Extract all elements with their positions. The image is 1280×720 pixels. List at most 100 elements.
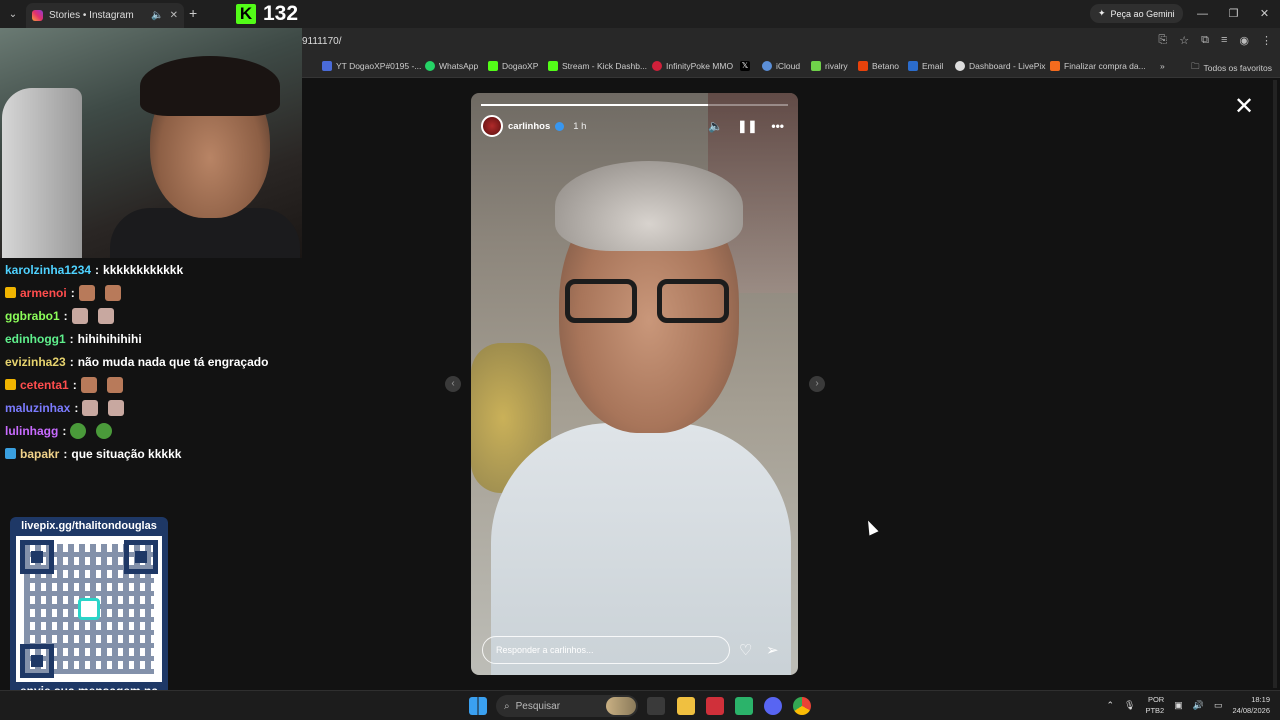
- url-text[interactable]: 9111170/: [302, 36, 341, 47]
- bookmark-item[interactable]: rivalry: [811, 61, 848, 71]
- network-icon[interactable]: ▣: [1174, 700, 1183, 711]
- livepix-panel: livepix.gg/thalitondouglas envie sua men…: [10, 517, 168, 717]
- bookmarks-overflow-icon[interactable]: »: [1160, 61, 1165, 71]
- tab-title: Stories • Instagram: [49, 10, 134, 21]
- webcam-overlay: [0, 28, 302, 258]
- speaker-icon[interactable]: 🔈: [151, 10, 163, 21]
- bookmark-item[interactable]: InfinityPoke MMO: [652, 61, 733, 71]
- speaker-icon[interactable]: 🔊: [1193, 700, 1204, 711]
- prime-badge-icon: [5, 448, 16, 459]
- story-reply-input[interactable]: [482, 636, 730, 664]
- story-timestamp: 1 h: [573, 120, 587, 132]
- extensions-icon[interactable]: ⧉: [1201, 34, 1209, 47]
- story-progress-bar: [481, 104, 788, 106]
- emote-icon: [106, 376, 123, 393]
- bookmark-item[interactable]: iCloud: [762, 61, 800, 71]
- chat-username: armenoi: [20, 285, 67, 300]
- microphone-icon[interactable]: 🎙: [1124, 700, 1135, 711]
- qr-finder: [124, 540, 158, 574]
- story-username[interactable]: carlinhos: [508, 121, 550, 132]
- app-icon[interactable]: [735, 697, 753, 715]
- taskbar-search-label: Pesquisar: [515, 700, 561, 712]
- next-story-chevron-right-icon[interactable]: ›: [809, 376, 825, 392]
- previous-story-chevron-left-icon[interactable]: ‹: [445, 376, 461, 392]
- browser-tab-strip: ⌄ Stories • Instagram 🔈 ✕ + K 132 ✦ Peça…: [0, 0, 1280, 28]
- qr-finder: [20, 540, 54, 574]
- file-explorer-icon[interactable]: [677, 697, 695, 715]
- chat-message: cetenta1:: [0, 373, 302, 396]
- battery-icon[interactable]: ▭: [1214, 700, 1223, 711]
- kick-icon: [488, 61, 498, 71]
- chat-message: ggbrabo1:: [0, 304, 302, 327]
- chat-username: lulinhagg: [5, 423, 59, 438]
- bookmark-item[interactable]: 𝕏: [740, 61, 750, 71]
- frog-emote-icon: [96, 422, 113, 439]
- chat-username: edinhogg1: [5, 331, 66, 346]
- address-bar-actions: ⎘ ☆ ⧉ ≡ ◉ ⋮: [1158, 34, 1272, 47]
- chat-username: bapakr: [20, 446, 60, 461]
- plus-icon[interactable]: +: [189, 5, 197, 21]
- screen: { "browser": { "tab_title": "Stories • I…: [0, 0, 1280, 720]
- star-icon[interactable]: ☆: [1179, 34, 1189, 47]
- bookmark-item[interactable]: Stream - Kick Dashb...: [548, 61, 647, 71]
- bookmark-item[interactable]: Betano: [858, 61, 899, 71]
- all-favorites[interactable]: 🗀 Todos os favoritos: [1191, 61, 1272, 75]
- bookmark-item[interactable]: WhatsApp: [425, 61, 478, 71]
- gemini-label: Peça ao Gemini: [1110, 8, 1175, 19]
- story-glasses: [657, 279, 729, 323]
- discord-icon[interactable]: [764, 697, 782, 715]
- chat-username: evizinha23: [5, 354, 66, 369]
- story-progress-fill: [481, 104, 709, 106]
- chat-username: maluzinhax: [5, 400, 71, 415]
- story-controls: 🔈 ❚❚ •••: [708, 119, 784, 133]
- qr-finder: [20, 644, 54, 678]
- qr-code: [16, 536, 162, 682]
- instagram-icon: [32, 10, 43, 21]
- more-icon[interactable]: •••: [771, 119, 784, 133]
- close-icon[interactable]: ✕: [170, 10, 178, 21]
- chevron-up-icon[interactable]: ⌃: [1106, 700, 1114, 711]
- folder-icon: 🗀: [1191, 61, 1200, 71]
- install-app-icon[interactable]: ⎘: [1158, 34, 1167, 47]
- clock[interactable]: 18:19 24/08/2026: [1232, 694, 1270, 716]
- emote-icon: [108, 399, 125, 416]
- bookmark-item[interactable]: Dashboard - LivePix: [955, 61, 1046, 71]
- bookmark-item[interactable]: DogaoXP: [488, 61, 538, 71]
- bookmark-item[interactable]: Email: [908, 61, 943, 71]
- chat-text: que situação kkkkk: [71, 446, 182, 461]
- speaker-icon[interactable]: 🔈: [708, 119, 723, 133]
- tab-instagram-stories[interactable]: Stories • Instagram 🔈 ✕: [26, 3, 184, 28]
- bookmark-item[interactable]: YT DogaoXP#0195 -...: [322, 61, 421, 71]
- close-viewer-icon[interactable]: ✕: [1234, 92, 1254, 121]
- mouse-cursor-icon: [863, 518, 879, 536]
- minimize-icon[interactable]: —: [1187, 0, 1218, 28]
- story-viewer[interactable]: carlinhos 1 h 🔈 ❚❚ ••• ♡ ➢: [471, 93, 798, 675]
- chrome-icon[interactable]: [793, 697, 811, 715]
- kebab-menu-icon[interactable]: ⋮: [1261, 34, 1272, 47]
- maximize-icon[interactable]: ❐: [1218, 0, 1249, 28]
- input-language[interactable]: POR PTB2: [1145, 694, 1164, 716]
- chat-message: evizinha23: não muda nada que tá engraça…: [5, 354, 269, 369]
- send-icon[interactable]: ➢: [766, 641, 779, 659]
- app-icon[interactable]: [706, 697, 724, 715]
- story-header: carlinhos 1 h: [481, 115, 586, 137]
- widget-icon[interactable]: [606, 697, 636, 715]
- livepix-icon: [955, 61, 965, 71]
- avatar[interactable]: [481, 115, 503, 137]
- gemini-button[interactable]: ✦ Peça ao Gemini: [1090, 4, 1183, 23]
- emote-icon: [78, 284, 95, 301]
- page-scrollbar[interactable]: [1273, 80, 1277, 688]
- heart-icon[interactable]: ♡: [739, 641, 752, 659]
- chat-message: karolzinha1234: kkkkkkkkkkkk: [5, 262, 184, 277]
- search-icon: ⌕: [504, 700, 510, 712]
- profile-avatar[interactable]: ◉: [1239, 34, 1249, 47]
- windows-start-icon[interactable]: [469, 697, 487, 715]
- frog-emote-icon: [70, 422, 87, 439]
- media-icon[interactable]: ≡: [1221, 34, 1227, 47]
- kick-viewer-counter: K 132: [236, 2, 298, 26]
- pause-icon[interactable]: ❚❚: [737, 119, 757, 133]
- task-view-icon[interactable]: [647, 697, 665, 715]
- bookmark-item[interactable]: Finalizar compra da...: [1050, 61, 1146, 71]
- tab-search-chevron-down-icon[interactable]: ⌄: [0, 0, 26, 28]
- close-window-icon[interactable]: ✕: [1249, 0, 1280, 28]
